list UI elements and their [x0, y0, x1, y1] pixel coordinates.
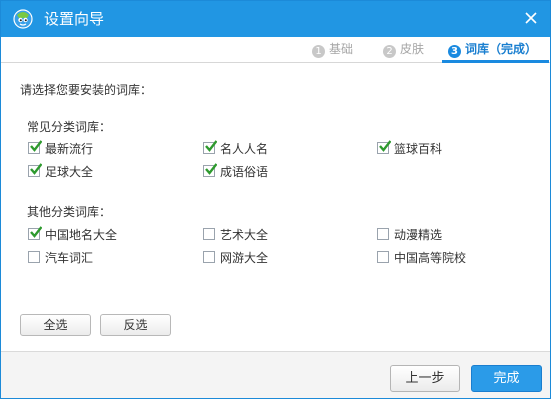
checkbox-box[interactable] — [28, 251, 40, 263]
wizard-steps: 1 基础 2 皮肤 3 词库（完成） — [1, 37, 550, 63]
checkmark-icon — [30, 163, 42, 175]
close-icon[interactable] — [522, 9, 540, 27]
checkbox-label: 动漫精选 — [394, 228, 443, 242]
checkbox-box[interactable] — [28, 226, 42, 240]
tab-basic[interactable]: 1 基础 — [312, 37, 353, 63]
window-title: 设置向导 — [44, 10, 105, 28]
previous-step-button[interactable]: 上一步 — [390, 365, 460, 392]
title-bar: 设置向导 — [1, 1, 550, 37]
checkbox-label: 汽车词汇 — [45, 251, 94, 265]
tab-label: 皮肤 — [400, 42, 425, 56]
checkmark-icon — [379, 140, 391, 152]
checkbox-label: 中国高等院校 — [394, 251, 467, 265]
checkbox-label: 网游大全 — [220, 251, 269, 265]
checkbox-box[interactable] — [203, 228, 215, 240]
checkbox-label: 中国地名大全 — [45, 228, 118, 242]
setup-wizard-window: 设置向导 1 基础 2 皮肤 3 词库（完成） 请选择您要安装的词库： 常见分类词库：… — [0, 0, 551, 399]
common-section-label: 常见分类词库： — [27, 120, 112, 134]
checkbox-label: 足球大全 — [45, 165, 94, 179]
checkbox-box[interactable] — [377, 140, 391, 154]
checkbox-box[interactable] — [28, 163, 42, 177]
instruction-text: 请选择您要安装的词库： — [20, 83, 153, 97]
step-number: 2 — [383, 45, 396, 58]
invert-selection-button[interactable]: 反选 — [100, 314, 171, 336]
checkmark-icon — [30, 140, 42, 152]
checkbox-box[interactable] — [203, 140, 217, 154]
footer-bar: 上一步 完成 — [1, 351, 550, 398]
other-section-label: 其他分类词库： — [27, 205, 112, 219]
checkbox-label: 成语俗语 — [220, 165, 269, 179]
checkbox-label: 篮球百科 — [394, 142, 443, 156]
checkmark-icon — [30, 226, 42, 238]
app-logo-icon — [13, 9, 33, 29]
select-all-button[interactable]: 全选 — [20, 314, 91, 336]
tab-label: 基础 — [329, 42, 354, 56]
finish-button[interactable]: 完成 — [471, 365, 542, 392]
tab-label: 词库（完成） — [465, 42, 538, 56]
step-number: 3 — [448, 45, 461, 58]
checkbox-box[interactable] — [377, 228, 389, 240]
tab-dictionary[interactable]: 3 词库（完成） — [442, 37, 549, 63]
checkbox-box[interactable] — [203, 163, 217, 177]
checkmark-icon — [205, 140, 217, 152]
checkbox-label: 名人人名 — [220, 142, 269, 156]
step-number: 1 — [312, 45, 325, 58]
tab-skin[interactable]: 2 皮肤 — [383, 37, 424, 63]
checkbox-box[interactable] — [203, 251, 215, 263]
checkbox-label: 艺术大全 — [220, 228, 269, 242]
checkbox-label: 最新流行 — [45, 142, 94, 156]
checkbox-box[interactable] — [28, 140, 42, 154]
checkbox-box[interactable] — [377, 251, 389, 263]
checkmark-icon — [205, 163, 217, 175]
